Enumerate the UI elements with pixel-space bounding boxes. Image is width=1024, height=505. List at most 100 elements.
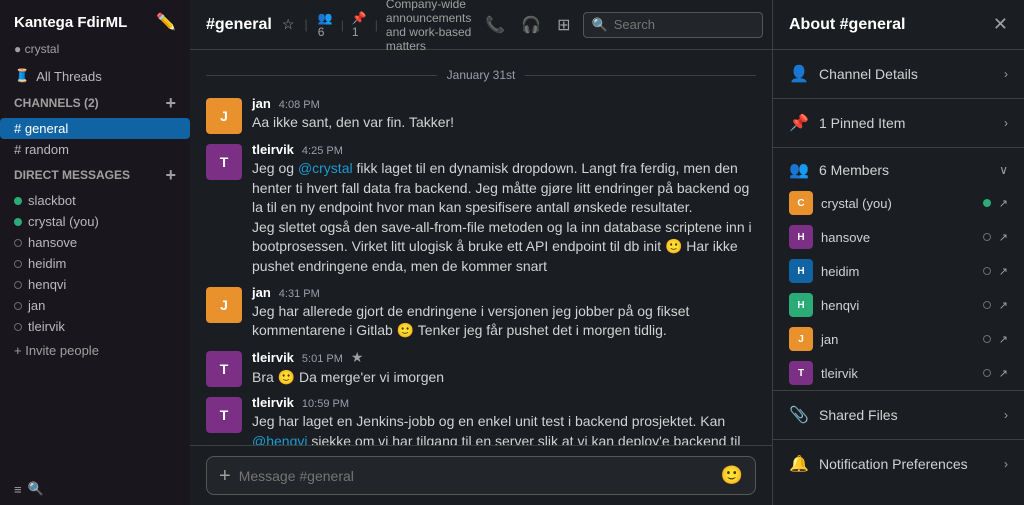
notification-icon: 🔔 (789, 454, 809, 474)
huddle-button[interactable]: 🎧 (517, 11, 545, 39)
message-time: 4:08 PM (279, 99, 320, 111)
header-pipe2: | (375, 18, 378, 32)
message-header: jan 4:08 PM (252, 96, 756, 111)
member-row-henqvi[interactable]: H henqvi ↗ (773, 288, 1024, 322)
search-input[interactable] (614, 17, 754, 32)
panel-row-left: 📎 Shared Files (789, 405, 898, 425)
message-header: jan 4:31 PM (252, 285, 756, 300)
message-time: 5:01 PM (302, 353, 343, 365)
member-row-crystal[interactable]: C crystal (you) ↗ (773, 186, 1024, 220)
chevron-right-icon: › (1004, 408, 1008, 422)
member-row-heidim[interactable]: H heidim ↗ (773, 254, 1024, 288)
member-avatar-heidim: H (789, 259, 813, 283)
dm-item-heidim[interactable]: heidim (0, 253, 190, 274)
channel-details-row[interactable]: 👤 Channel Details › (773, 50, 1024, 98)
input-area: + 🙂 (190, 445, 772, 505)
message-time: 4:31 PM (279, 288, 320, 300)
close-panel-button[interactable]: ✕ (993, 14, 1008, 35)
chevron-right-icon: › (1004, 67, 1008, 81)
dm-item-slackbot[interactable]: slackbot (0, 190, 190, 211)
sidebar-item-all-threads[interactable]: 🧵 All Threads (0, 64, 190, 88)
message-star-icon: ★ (351, 349, 364, 366)
header-separator: | (304, 17, 307, 32)
dm-name-henqvi: henqvi (28, 277, 66, 292)
external-link-icon: ↗ (999, 367, 1008, 380)
pinned-item-row[interactable]: 📌 1 Pinned Item › (773, 99, 1024, 147)
user-status-indicator: ● (14, 42, 25, 56)
attach-button[interactable]: + (219, 466, 231, 486)
channel-title: #general (206, 16, 272, 34)
external-link-icon: ↗ (999, 265, 1008, 278)
shared-files-row[interactable]: 📎 Shared Files › (773, 391, 1024, 440)
add-channel-button[interactable]: + (165, 94, 176, 112)
external-link-icon: ↗ (999, 231, 1008, 244)
call-button[interactable]: 📞 (481, 11, 509, 39)
emoji-button[interactable]: 🙂 (721, 465, 743, 486)
message-time: 4:25 PM (302, 145, 343, 157)
message-row: T tleirvik 10:59 PM Jeg har laget en Jen… (190, 391, 772, 445)
offline-status-indicator (983, 335, 991, 343)
star-button[interactable]: ☆ (282, 16, 295, 33)
panel-row-left: 📌 1 Pinned Item (789, 113, 905, 133)
header-meta: 👥 6 | 📌 1 | Company-wide announcements a… (318, 0, 472, 53)
member-row-hansove[interactable]: H hansove ↗ (773, 220, 1024, 254)
dm-item-tleirvik[interactable]: tleirvik (0, 316, 190, 337)
member-name-heidim: heidim (821, 264, 975, 279)
avatar: T (206, 144, 242, 180)
mention-henqvi[interactable]: @henqvi (252, 433, 307, 445)
member-row-jan[interactable]: J jan ↗ (773, 322, 1024, 356)
member-avatar-hansove: H (789, 225, 813, 249)
channel-general-label: # general (14, 121, 68, 136)
message-text: Jeg og @crystal fikk laget til en dynami… (252, 159, 756, 277)
sidebar-item-random[interactable]: # random (0, 139, 190, 160)
member-name-crystal: crystal (you) (821, 196, 975, 211)
layout-button[interactable]: ⊞ (553, 11, 574, 39)
invite-people-button[interactable]: + Invite people (0, 337, 190, 364)
member-name-henqvi: henqvi (821, 298, 975, 313)
sidebar-item-general[interactable]: # general (0, 118, 190, 139)
notification-preferences-row[interactable]: 🔔 Notification Preferences › (773, 440, 1024, 488)
dm-item-hansove[interactable]: hansove (0, 232, 190, 253)
chevron-right-icon: › (1004, 457, 1008, 471)
add-dm-button[interactable]: + (165, 166, 176, 184)
members-header-row[interactable]: 👥 6 Members ∨ (773, 148, 1024, 186)
message-row: J jan 4:31 PM Jeg har allerede gjort de … (190, 281, 772, 345)
offline-status-indicator (983, 267, 991, 275)
header-pipe: | (341, 18, 344, 32)
dm-item-crystal[interactable]: crystal (you) (0, 211, 190, 232)
pinned-count-badge: 📌 1 (352, 11, 367, 39)
channel-header: #general ☆ | 👥 6 | 📌 1 | Company-wide an… (190, 0, 772, 50)
message-content: tleirvik 10:59 PM Jeg har laget en Jenki… (252, 395, 756, 445)
online-indicator (14, 197, 22, 205)
member-avatar-jan: J (789, 327, 813, 351)
channels-label: CHANNELS (2) (14, 96, 99, 110)
member-avatar-crystal: C (789, 191, 813, 215)
members-section: 👥 6 Members ∨ C crystal (you) ↗ H hansov… (773, 148, 1024, 391)
member-avatar-henqvi: H (789, 293, 813, 317)
message-input[interactable] (239, 468, 713, 484)
members-count-label: 6 Members (819, 162, 889, 178)
dm-name-hansove: hansove (28, 235, 77, 250)
dm-item-henqvi[interactable]: henqvi (0, 274, 190, 295)
avatar: T (206, 397, 242, 433)
workspace-name[interactable]: Kantega FdirML (14, 14, 127, 31)
message-author: tleirvik (252, 350, 294, 365)
offline-status-indicator (983, 369, 991, 377)
sidebar-header: Kantega FdirML ✏️ (0, 0, 190, 40)
new-message-icon[interactable]: ✏️ (156, 12, 176, 32)
about-panel-title: About #general (789, 16, 905, 34)
channel-details-section: 👤 Channel Details › (773, 50, 1024, 99)
external-link-icon: ↗ (999, 333, 1008, 346)
notification-preferences-label: Notification Preferences (819, 456, 968, 472)
offline-indicator (14, 260, 22, 268)
message-content: jan 4:31 PM Jeg har allerede gjort de en… (252, 285, 756, 341)
message-text: Jeg har allerede gjort de endringene i v… (252, 302, 756, 341)
member-row-tleirvik[interactable]: T tleirvik ↗ (773, 356, 1024, 390)
dm-item-jan[interactable]: jan (0, 295, 190, 316)
date-label: January 31st (447, 68, 516, 82)
main-content: #general ☆ | 👥 6 | 📌 1 | Company-wide an… (190, 0, 772, 505)
members-header-left: 👥 6 Members (789, 160, 889, 180)
pinned-icon: 📌 (789, 113, 809, 133)
dm-name-heidim: heidim (28, 256, 66, 271)
mention-crystal[interactable]: @crystal (298, 160, 353, 176)
